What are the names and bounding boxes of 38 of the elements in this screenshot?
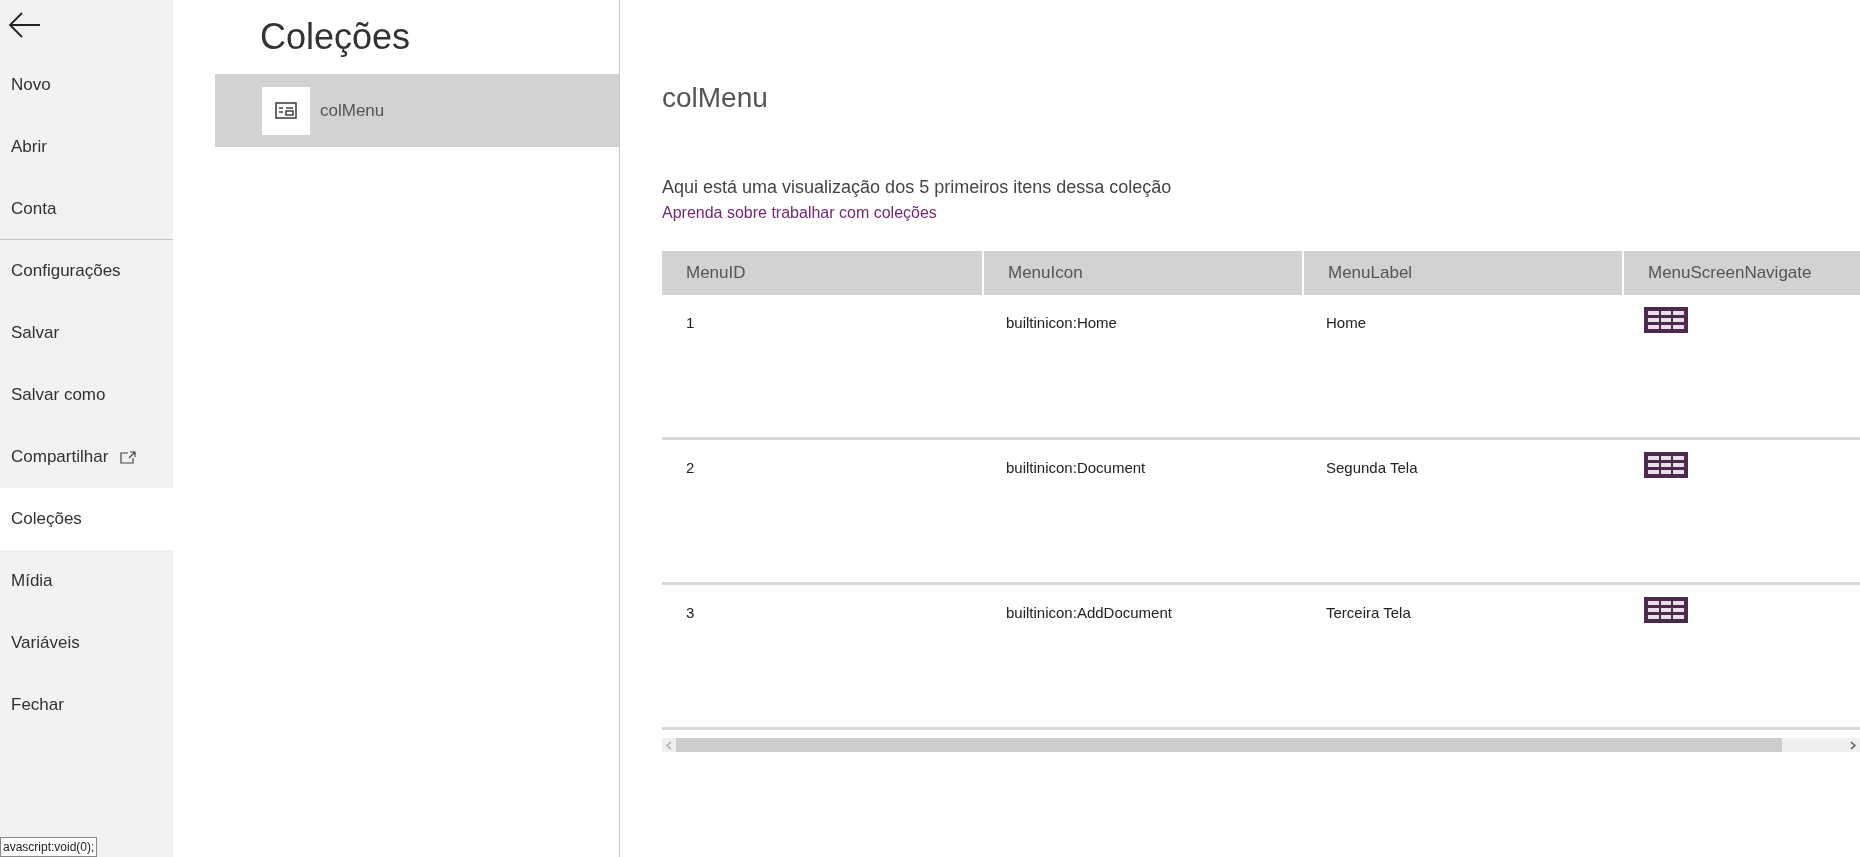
back-arrow-icon <box>9 12 41 38</box>
table-cell: Home <box>1326 314 1366 331</box>
column-header: MenuScreenNavigate <box>1622 251 1860 295</box>
horizontal-scrollbar[interactable] <box>662 738 1860 752</box>
description-text: Aqui está uma visualização dos 5 primeiros itens dessa coleção <box>662 176 1173 199</box>
sidebar-item[interactable]: Variáveis <box>0 612 173 674</box>
sidebar-item[interactable]: Salvar como <box>0 364 173 426</box>
status-tooltip: avascript:void(0); <box>0 837 98 857</box>
collection-title: colMenu <box>662 84 769 112</box>
sidebar-item[interactable]: Mídia <box>0 550 173 612</box>
table-icon <box>1644 452 1688 478</box>
sidebar-item[interactable]: Configurações <box>0 240 173 302</box>
column-header: MenuIcon <box>982 251 1302 295</box>
column-header: MenuLabel <box>1302 251 1622 295</box>
sidebar-item[interactable]: Fechar <box>0 674 173 736</box>
table-icon <box>1644 307 1688 333</box>
sidebar-item[interactable]: Conta <box>0 178 173 240</box>
collection-item[interactable]: colMenu <box>215 74 619 147</box>
sidebar-item[interactable]: Abrir <box>0 116 173 178</box>
form-icon <box>275 102 297 119</box>
table-cell: builtinicon:Home <box>1006 314 1117 331</box>
sidebar-item[interactable]: Compartilhar <box>0 426 173 488</box>
table-cell: 2 <box>686 459 695 476</box>
chevron-right-icon[interactable] <box>1850 740 1856 750</box>
page-title: Coleções <box>259 15 412 59</box>
table-cell: 3 <box>686 604 695 621</box>
table-cell: builtinicon:AddDocument <box>1006 604 1172 621</box>
table-cell: builtinicon:Document <box>1006 459 1146 476</box>
help-link[interactable]: Aprenda sobre trabalhar com coleções <box>662 201 937 225</box>
table-cell: 1 <box>686 314 695 331</box>
external-link-icon <box>120 450 137 464</box>
table-icon <box>1644 597 1688 623</box>
sidebar-item[interactable]: Salvar <box>0 302 173 364</box>
sidebar-item[interactable]: Coleções <box>0 488 173 550</box>
sidebar-item[interactable]: Novo <box>0 54 173 116</box>
table-cell: Segunda Tela <box>1326 459 1418 476</box>
column-header: MenuID <box>685 262 747 285</box>
table-cell: Terceira Tela <box>1326 604 1411 621</box>
